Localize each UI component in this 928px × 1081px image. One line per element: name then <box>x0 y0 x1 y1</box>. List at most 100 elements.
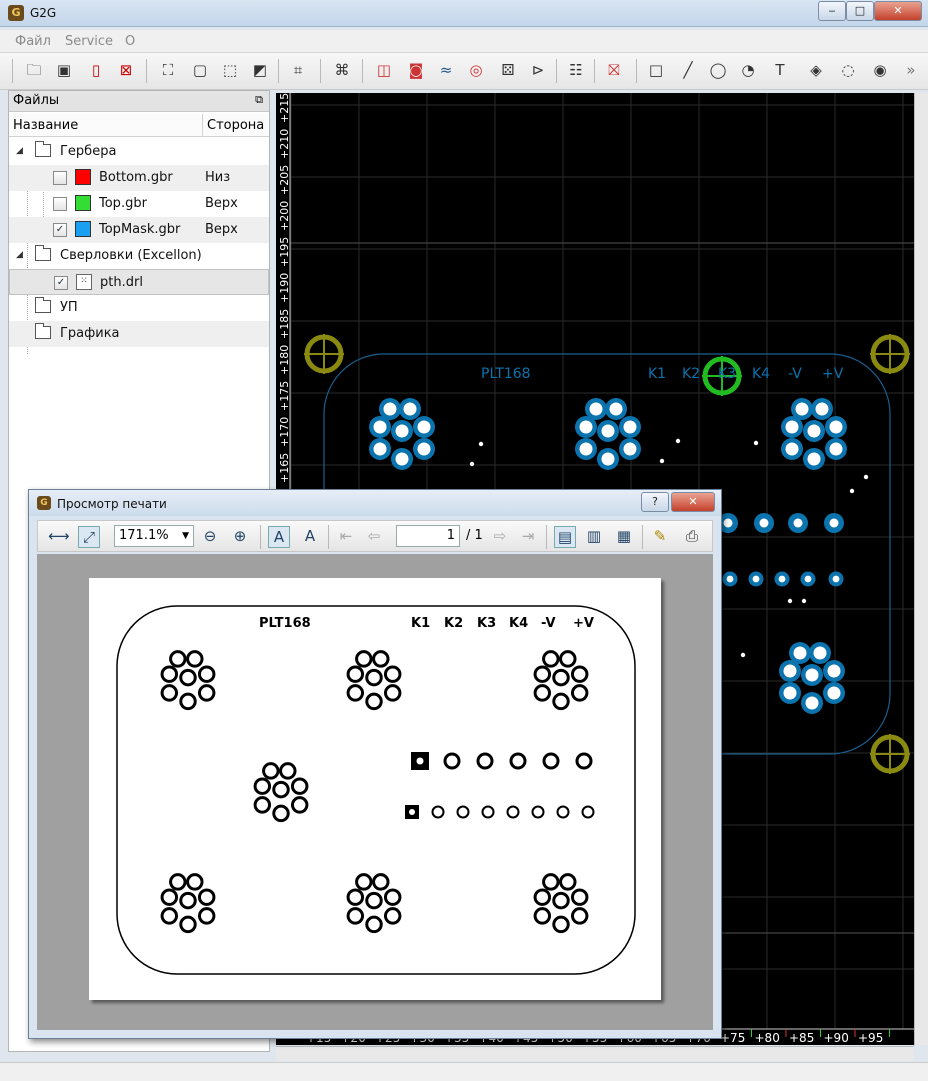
layer-color-swatch[interactable] <box>75 195 91 211</box>
zoom-fit-icon[interactable]: ⛶ <box>158 60 178 80</box>
paper-cluster-hole <box>372 873 390 891</box>
pad-cluster-hole <box>395 452 409 466</box>
group-label: Графика <box>60 326 120 341</box>
pad-hole <box>778 575 786 583</box>
minimize-button[interactable]: ‒ <box>818 1 846 21</box>
vertical-scrollbar[interactable] <box>914 93 928 1045</box>
single-page-icon[interactable]: ▤ <box>554 526 576 548</box>
float-panel-icon[interactable]: ⧉ <box>255 93 263 107</box>
intersect-icon[interactable]: ◉ <box>870 60 890 80</box>
thermal-icon[interactable]: ◎ <box>466 60 486 80</box>
tree-group-drill[interactable]: ◢ Сверловки (Excellon) <box>9 243 269 269</box>
print-icon[interactable]: ⎙ <box>682 526 702 546</box>
horizontal-scrollbar[interactable] <box>276 1046 914 1061</box>
landscape-icon[interactable]: A <box>300 526 320 546</box>
group-icon[interactable]: ⌘ <box>332 60 352 80</box>
zoom-board-icon[interactable]: ▢ <box>190 60 210 80</box>
close-all-icon[interactable]: ⊠ <box>116 60 136 80</box>
zoom-select[interactable]: 171.1% ▼ <box>114 525 194 547</box>
bounding-box-icon[interactable]: ⛝ <box>604 60 624 80</box>
ellipse-icon[interactable]: ◯ <box>708 60 728 80</box>
maximize-button[interactable]: □ <box>846 1 874 21</box>
last-page-icon[interactable]: ⇥ <box>518 526 538 546</box>
zoom-out-icon[interactable]: ⊖ <box>200 526 220 546</box>
open-folder-icon[interactable]: 🗀 <box>24 60 44 80</box>
layer-color-swatch[interactable] <box>75 169 91 185</box>
preview-area[interactable]: PLT168 K1 K2 K3 K4 -V +V <box>37 554 713 1030</box>
tree-file-bottom[interactable]: Bottom.gbr Низ <box>9 165 269 191</box>
ruler-x-label: +80 <box>755 1031 780 1045</box>
visibility-checkbox[interactable] <box>53 197 67 211</box>
zoom-selection-icon[interactable]: ⬚ <box>220 60 240 80</box>
select-icon[interactable]: ⌗ <box>288 60 308 80</box>
settings-list-icon[interactable]: ☷ <box>566 60 586 80</box>
status-bar <box>0 1062 928 1081</box>
facing-pages-icon[interactable]: ▥ <box>584 526 604 546</box>
via-dot <box>787 598 793 604</box>
zoom-in-icon[interactable]: ⊕ <box>230 526 250 546</box>
drill-dots-icon[interactable]: ⁙ <box>76 274 92 290</box>
pad-cluster-hole <box>815 402 829 416</box>
help-button[interactable]: ? <box>641 492 669 512</box>
print-preview-title: Просмотр печати <box>57 497 167 511</box>
page-input[interactable]: 1 <box>396 525 460 547</box>
paper-cluster-hole <box>160 684 179 702</box>
portrait-icon[interactable]: A <box>268 526 290 548</box>
save-icon[interactable]: ▣ <box>54 60 74 80</box>
profile-icon[interactable]: ≈ <box>436 60 456 80</box>
tree-file-top[interactable]: Top.gbr Верх <box>9 191 269 217</box>
text-icon[interactable]: T <box>770 60 790 80</box>
rectangle-icon[interactable]: □ <box>646 60 666 80</box>
paper-pad <box>575 752 593 770</box>
expand-arrow-icon[interactable]: ◢ <box>16 146 23 156</box>
tree-file-topmask[interactable]: ✓ TopMask.gbr Верх <box>9 217 269 243</box>
zoom-area-icon[interactable]: ◩ <box>250 60 270 80</box>
ruler-x-label: +90 <box>824 1031 849 1045</box>
paper-cluster-hole <box>365 668 383 687</box>
page-setup-icon[interactable]: ✎ <box>650 526 670 546</box>
pad-cluster-hole <box>601 452 615 466</box>
paper-cluster-hole <box>383 888 402 906</box>
toolbar-overflow-icon[interactable]: » <box>904 60 918 80</box>
tree-file-pth[interactable]: ✓ ⁙ pth.drl <box>9 269 269 295</box>
ruler-y-label: +185 <box>278 309 291 339</box>
close-button[interactable]: ✕ <box>874 1 922 21</box>
next-page-icon[interactable]: ⇨ <box>490 526 510 546</box>
visibility-checkbox[interactable] <box>53 171 67 185</box>
expand-arrow-icon[interactable]: ◢ <box>16 250 23 260</box>
tree-group-up[interactable]: УП <box>9 295 269 321</box>
fit-page-icon[interactable]: ⤢ <box>78 526 100 548</box>
paper-cluster-hole <box>253 796 272 814</box>
pad-cluster-hole <box>785 442 799 456</box>
menu-file[interactable]: Файл <box>15 34 51 49</box>
column-side[interactable]: Сторона <box>207 118 264 133</box>
pocket-icon[interactable]: ◙ <box>406 60 426 80</box>
layer-icon[interactable]: ◫ <box>374 60 394 80</box>
ruler-y-label: +190 <box>278 273 291 303</box>
dropdown-arrow-icon[interactable]: ▼ <box>182 526 189 546</box>
first-page-icon[interactable]: ⇤ <box>336 526 356 546</box>
union-icon[interactable]: ◈ <box>806 60 826 80</box>
pad-cluster-hole <box>805 696 819 710</box>
column-name[interactable]: Название <box>13 118 78 133</box>
play-icon[interactable]: ⊳ <box>528 60 548 80</box>
paper-cluster-hole <box>383 665 402 683</box>
tree-group-graphics[interactable]: Графика <box>9 321 269 347</box>
line-icon[interactable]: ╱ <box>678 60 698 80</box>
fit-width-icon[interactable]: ⟷ <box>48 526 70 546</box>
via-dot <box>753 440 759 446</box>
preview-close-button[interactable]: ✕ <box>671 492 715 512</box>
arc-icon[interactable]: ◔ <box>738 60 758 80</box>
ruler-y-label: +165 <box>278 453 291 483</box>
all-pages-icon[interactable]: ▦ <box>614 526 634 546</box>
tree-group-gerber[interactable]: ◢ Гербера <box>9 139 269 165</box>
visibility-checkbox[interactable]: ✓ <box>54 276 68 290</box>
drill-icon[interactable]: ⚄ <box>498 60 518 80</box>
visibility-checkbox[interactable]: ✓ <box>53 223 67 237</box>
menu-o[interactable]: O <box>125 34 135 49</box>
layer-color-swatch[interactable] <box>75 221 91 237</box>
close-file-icon[interactable]: ▯ <box>86 60 106 80</box>
prev-page-icon[interactable]: ⇦ <box>364 526 384 546</box>
menu-service[interactable]: Service <box>65 34 113 49</box>
subtract-icon[interactable]: ◌ <box>838 60 858 80</box>
